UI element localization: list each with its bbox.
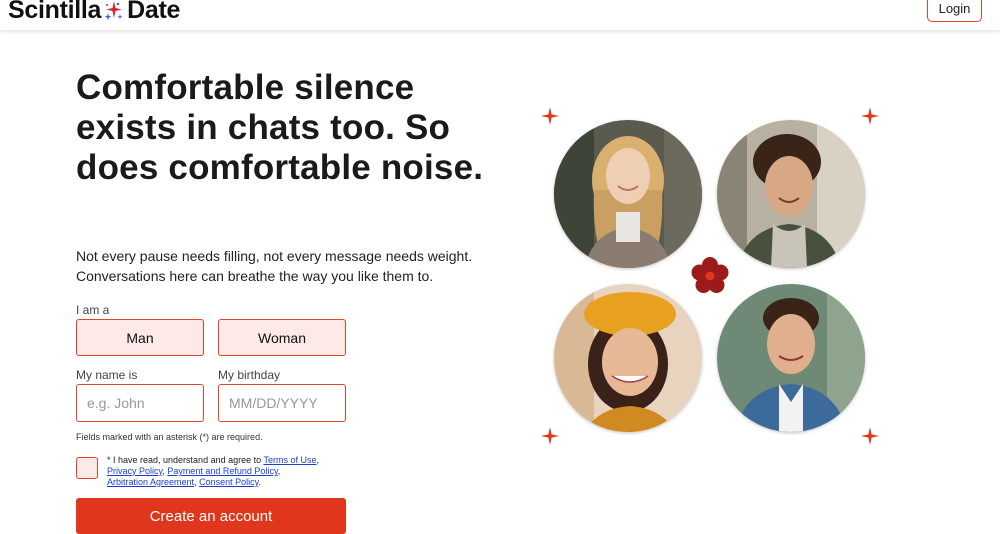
arbitration-agreement-link[interactable]: Arbitration Agreement	[107, 477, 194, 487]
top-navigation-bar: Scintilla Date Login	[0, 0, 1000, 30]
payment-refund-policy-link[interactable]: Payment and Refund Policy	[167, 466, 277, 476]
profile-photo-woman-beret	[554, 284, 702, 432]
four-point-star-icon	[861, 427, 879, 445]
man-denim-portrait-image	[717, 284, 865, 432]
consent-text: * I have read, understand and agree to T…	[107, 455, 319, 487]
four-point-star-icon	[541, 107, 559, 125]
gender-label: I am a	[76, 303, 110, 317]
consent-checkbox[interactable]	[76, 457, 98, 479]
man-portrait-image	[717, 120, 865, 268]
profile-photo-man-curly	[717, 120, 865, 268]
login-button[interactable]: Login	[927, 0, 982, 22]
brand-logo[interactable]: Scintilla Date	[8, 0, 180, 25]
required-fields-note: Fields marked with an asterisk (*) are r…	[76, 432, 263, 442]
consent-policy-link[interactable]: Consent Policy	[199, 477, 258, 487]
terms-of-use-link[interactable]: Terms of Use	[263, 455, 316, 465]
woman-beret-portrait-image	[554, 284, 702, 432]
four-point-star-icon	[541, 427, 559, 445]
profile-photo-man-denim	[717, 284, 865, 432]
name-label: My name is	[76, 368, 138, 382]
logo-text-right: Date	[127, 0, 181, 24]
consent-prefix: * I have read, understand and agree to	[107, 455, 264, 465]
logo-text-left: Scintilla	[8, 0, 102, 24]
gender-woman-button[interactable]: Woman	[218, 319, 346, 356]
birthday-input[interactable]	[218, 384, 346, 422]
name-input[interactable]	[76, 384, 204, 422]
woman-portrait-image	[554, 120, 702, 268]
hero-headline: Comfortable silence exists in chats too.…	[76, 68, 484, 187]
gender-man-button[interactable]: Man	[76, 319, 204, 356]
privacy-policy-link[interactable]: Privacy Policy	[107, 466, 162, 476]
sparkle-burst-icon	[104, 0, 123, 20]
profile-photo-woman-blonde	[554, 120, 702, 268]
hero-subtext: Not every pause needs filling, not every…	[76, 248, 473, 284]
flower-icon	[691, 257, 729, 293]
create-account-button[interactable]: Create an account	[76, 498, 346, 534]
four-point-star-icon	[861, 107, 879, 125]
birthday-label: My birthday	[218, 368, 281, 382]
